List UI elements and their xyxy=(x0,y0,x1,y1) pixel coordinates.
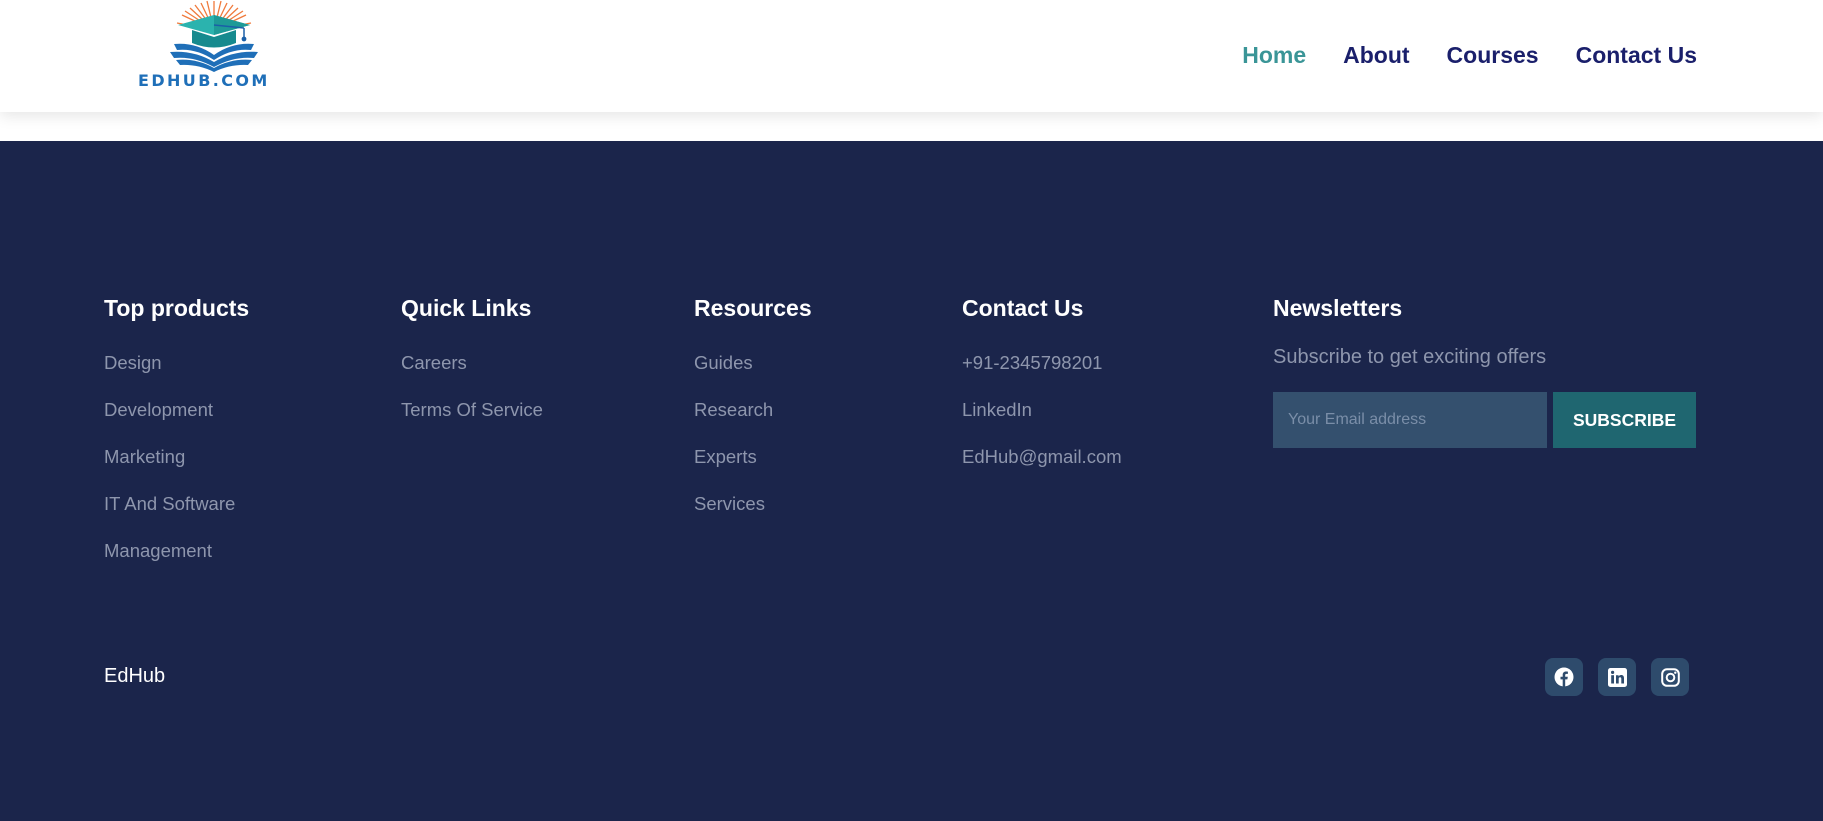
footer-link-experts[interactable]: Experts xyxy=(694,446,812,468)
contact-phone[interactable]: +91-2345798201 xyxy=(962,352,1122,374)
footer-link-marketing[interactable]: Marketing xyxy=(104,446,249,468)
graduation-cap-book-icon xyxy=(170,0,258,72)
contact-linkedin[interactable]: LinkedIn xyxy=(962,399,1122,421)
linkedin-icon xyxy=(1607,667,1627,687)
facebook-icon xyxy=(1554,667,1574,687)
footer-link-development[interactable]: Development xyxy=(104,399,249,421)
social-links xyxy=(1545,658,1689,696)
edhub-logo[interactable]: EDHUB.COM xyxy=(134,0,302,96)
footer-link-it-software[interactable]: IT And Software xyxy=(104,493,249,515)
footer-link-terms[interactable]: Terms Of Service xyxy=(401,399,543,421)
footer-column-quick-links: Quick Links Careers Terms Of Service xyxy=(401,293,543,446)
contact-email[interactable]: EdHub@gmail.com xyxy=(962,446,1122,468)
column-title: Quick Links xyxy=(401,295,532,321)
instagram-icon xyxy=(1660,667,1680,687)
nav-home[interactable]: Home xyxy=(1242,40,1306,70)
newsletter-subtitle: Subscribe to get exciting offers xyxy=(1273,346,1547,368)
footer-link-management[interactable]: Management xyxy=(104,540,249,562)
nav-about[interactable]: About xyxy=(1343,40,1409,70)
main-nav: Home About Courses Contact Us xyxy=(1242,40,1697,70)
newsletter-title: Newsletters xyxy=(1273,295,1403,321)
subscribe-button[interactable]: SUBSCRIBE xyxy=(1553,392,1696,448)
footer-brand: EdHub xyxy=(104,665,166,687)
column-title: Resources xyxy=(694,295,812,321)
column-title: Contact Us xyxy=(962,295,1084,321)
footer-column-newsletter: Newsletters Subscribe to get exciting of… xyxy=(1273,293,1696,448)
newsletter-form: SUBSCRIBE xyxy=(1273,392,1696,448)
footer-link-careers[interactable]: Careers xyxy=(401,352,543,374)
footer-link-research[interactable]: Research xyxy=(694,399,812,421)
newsletter-email-input[interactable] xyxy=(1273,392,1547,448)
site-footer: Top products Design Development Marketin… xyxy=(0,141,1823,821)
column-title: Top products xyxy=(104,295,250,321)
footer-link-guides[interactable]: Guides xyxy=(694,352,812,374)
logo-text: EDHUB.COM xyxy=(138,71,270,90)
footer-link-design[interactable]: Design xyxy=(104,352,249,374)
linkedin-link[interactable] xyxy=(1598,658,1636,696)
instagram-link[interactable] xyxy=(1651,658,1689,696)
footer-link-services[interactable]: Services xyxy=(694,493,812,515)
footer-column-resources: Resources Guides Research Experts Servic… xyxy=(694,293,812,540)
nav-courses[interactable]: Courses xyxy=(1447,40,1539,70)
footer-column-contact: Contact Us +91-2345798201 LinkedIn EdHub… xyxy=(962,293,1122,493)
site-header: EDHUB.COM Home About Courses Contact Us xyxy=(0,0,1823,112)
nav-contact-us[interactable]: Contact Us xyxy=(1576,40,1697,70)
facebook-link[interactable] xyxy=(1545,658,1583,696)
footer-column-top-products: Top products Design Development Marketin… xyxy=(104,293,249,587)
